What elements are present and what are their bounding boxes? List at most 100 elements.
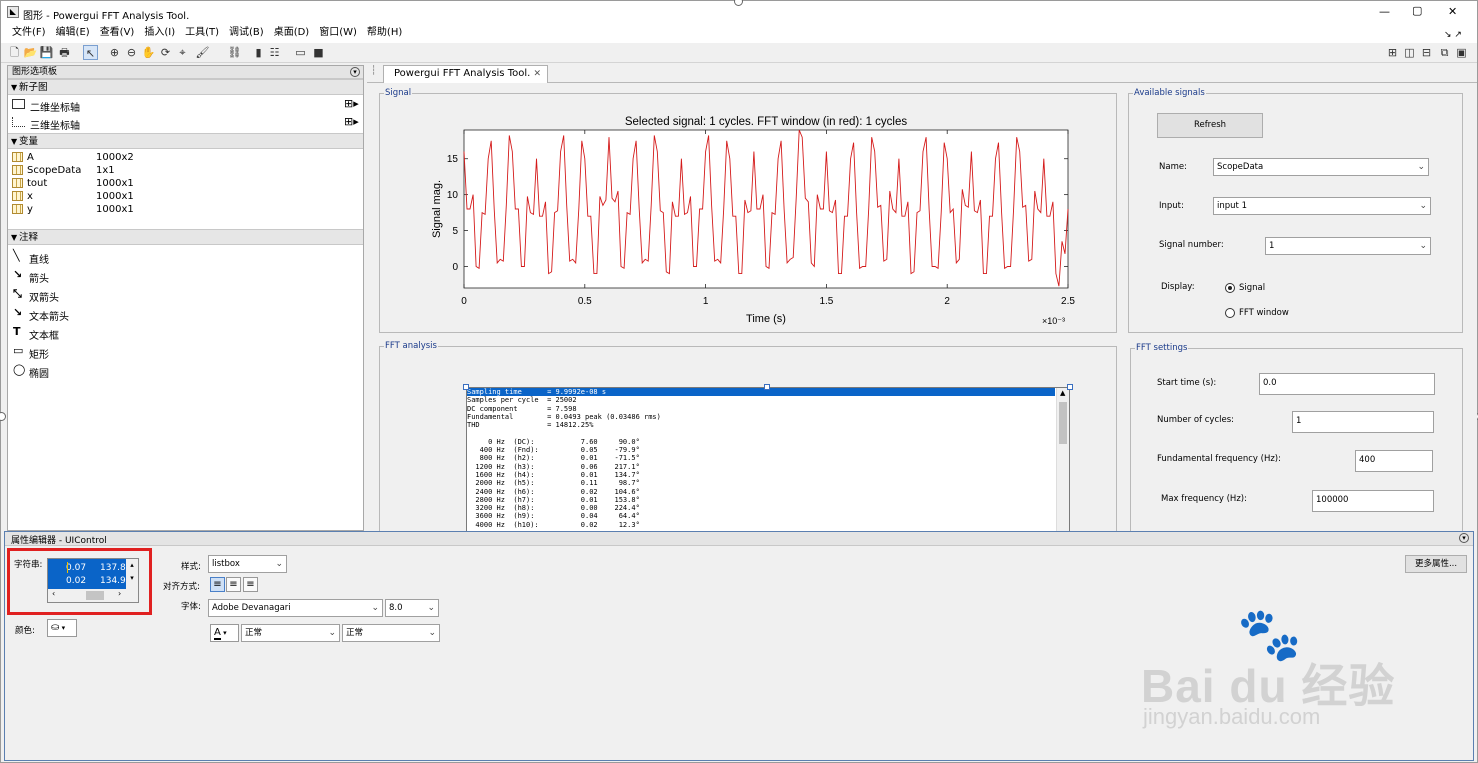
- resize-handle-left[interactable]: [0, 412, 6, 421]
- layout-grid-icon[interactable]: ⊞: [1385, 45, 1400, 60]
- new-figure-icon[interactable]: 🗋: [7, 45, 22, 60]
- colorbar-icon[interactable]: ▮: [251, 45, 266, 60]
- radio-signal[interactable]: [1225, 283, 1235, 293]
- annotation-item[interactable]: ⤡ 双箭头: [8, 287, 358, 304]
- menu-view[interactable]: 查看(V): [95, 25, 140, 41]
- zoom-out-icon[interactable]: ⊖: [124, 45, 139, 60]
- menu-debug[interactable]: 调试(B): [224, 25, 269, 41]
- legend-icon[interactable]: ☷: [267, 45, 282, 60]
- layout-columns-icon[interactable]: ◫: [1402, 45, 1417, 60]
- layout-rows-icon[interactable]: ⊟: [1419, 45, 1434, 60]
- align-right-icon[interactable]: ≡: [243, 577, 258, 592]
- input-select[interactable]: input 1 ⌄: [1213, 197, 1431, 215]
- annotation-item[interactable]: ↘ 箭头: [8, 268, 358, 285]
- open-file-icon[interactable]: 📂: [23, 45, 38, 60]
- start-time-input[interactable]: 0.0: [1259, 373, 1435, 395]
- cycles-input[interactable]: 1: [1292, 411, 1434, 433]
- section-annotations[interactable]: ▼ 注释: [8, 229, 363, 245]
- font-size-select[interactable]: 8.0 ⌄: [385, 599, 439, 617]
- brush-icon[interactable]: 🖌: [195, 45, 210, 60]
- horizontal-scrollbar[interactable]: ‹ ›: [48, 589, 138, 602]
- scroll-up-icon[interactable]: ▲: [1060, 389, 1065, 397]
- variable-item[interactable]: x 1000x1: [8, 190, 358, 203]
- annotation-item[interactable]: ╲ 直线: [8, 249, 358, 266]
- maximize-button[interactable]: ▢: [1412, 4, 1422, 17]
- scroll-right-icon[interactable]: ›: [118, 589, 121, 598]
- menu-edit[interactable]: 编辑(E): [51, 25, 95, 41]
- align-left-icon[interactable]: ≡: [210, 577, 225, 592]
- panel-menu-icon[interactable]: ▾: [1459, 533, 1469, 543]
- link-icon[interactable]: ⛓: [227, 45, 242, 60]
- string-listbox[interactable]: 0.07 137.8° 0.02 134.9° ▴ ▾ ‹ ›: [47, 558, 139, 603]
- menu-tools[interactable]: 工具(T): [180, 25, 224, 41]
- select-pointer-icon[interactable]: ↖: [83, 45, 98, 60]
- selection-handle[interactable]: [1067, 384, 1073, 390]
- color-picker-button[interactable]: ⛀ ▾: [47, 619, 77, 637]
- radio-fft-window-label[interactable]: FFT window: [1239, 308, 1289, 318]
- vertical-scrollbar[interactable]: ▴ ▾: [126, 559, 138, 589]
- section-subplot[interactable]: ▼ 新子图: [8, 79, 363, 95]
- annotation-item[interactable]: ▭ 矩形: [8, 344, 358, 361]
- name-select[interactable]: ScopeData ⌄: [1213, 158, 1429, 176]
- palette-menu-icon[interactable]: ▾: [350, 67, 360, 77]
- pan-icon[interactable]: ✋: [141, 45, 156, 60]
- annotation-label: 箭头: [29, 274, 49, 285]
- variable-item[interactable]: ScopeData 1x1: [8, 164, 358, 177]
- font-weight-select[interactable]: 正常 ⌄: [241, 624, 340, 642]
- font-angle-select[interactable]: 正常 ⌄: [342, 624, 440, 642]
- variable-size: 1000x1: [96, 178, 134, 189]
- variable-size: 1000x1: [96, 191, 134, 202]
- font-color-button[interactable]: A ▾: [210, 624, 239, 642]
- tab-grip-icon: ┆: [371, 66, 377, 76]
- resize-handle-top[interactable]: [734, 0, 743, 6]
- fft-result-listbox[interactable]: Sampling time = 9.9992e-08 s Samples per …: [466, 387, 1070, 537]
- textbox-icon: T: [13, 325, 21, 338]
- menu-help[interactable]: 帮助(H): [362, 25, 407, 41]
- show-tools-icon[interactable]: ■: [311, 45, 326, 60]
- section-variables[interactable]: ▼ 变量: [8, 133, 363, 149]
- grid-picker-icon[interactable]: ⊞▸: [344, 115, 359, 128]
- fund-freq-input[interactable]: 400: [1355, 450, 1433, 472]
- scroll-thumb[interactable]: [86, 591, 104, 600]
- save-icon[interactable]: 💾: [39, 45, 54, 60]
- menu-insert[interactable]: 插入(I): [139, 25, 180, 41]
- variable-item[interactable]: A 1000x2: [8, 151, 358, 164]
- font-select[interactable]: Adobe Devanagari ⌄: [208, 599, 383, 617]
- menu-desktop[interactable]: 桌面(D): [269, 25, 315, 41]
- max-freq-input[interactable]: 100000: [1312, 490, 1434, 512]
- annotation-item[interactable]: ◯ 椭圆: [8, 363, 358, 380]
- scroll-thumb[interactable]: [1059, 402, 1067, 444]
- layout-max-icon[interactable]: ▣: [1454, 45, 1469, 60]
- subplot-2d-label[interactable]: 二维坐标轴: [30, 99, 80, 114]
- listbox-scrollbar[interactable]: ▲: [1056, 388, 1069, 536]
- tab-close-icon[interactable]: ✕: [533, 66, 541, 82]
- menu-file[interactable]: 文件(F): [7, 25, 51, 41]
- tab-fft-tool[interactable]: Powergui FFT Analysis Tool. ✕: [383, 65, 548, 83]
- selection-handle[interactable]: [463, 384, 469, 390]
- close-button[interactable]: ✕: [1448, 5, 1457, 18]
- print-icon[interactable]: 🖶: [57, 45, 72, 60]
- chevron-down-icon: ⌄: [1417, 162, 1425, 172]
- subplot-3d-label[interactable]: 三维坐标轴: [30, 117, 80, 132]
- rotate-icon[interactable]: ⟳: [158, 45, 173, 60]
- layout-float-icon[interactable]: ⧉: [1437, 45, 1452, 60]
- style-select[interactable]: listbox ⌄: [208, 555, 287, 573]
- scroll-left-icon[interactable]: ‹: [52, 589, 55, 598]
- annotation-item[interactable]: T 文本框: [8, 325, 358, 342]
- data-cursor-icon[interactable]: ⌖: [175, 45, 190, 60]
- signal-number-select[interactable]: 1 ⌄: [1265, 237, 1431, 255]
- zoom-in-icon[interactable]: ⊕: [107, 45, 122, 60]
- variable-item[interactable]: y 1000x1: [8, 203, 358, 216]
- more-properties-button[interactable]: 更多属性...: [1405, 555, 1467, 573]
- annotation-item[interactable]: ↘ 文本箭头: [8, 306, 358, 323]
- minimize-button[interactable]: —: [1379, 5, 1390, 18]
- refresh-button[interactable]: Refresh: [1157, 113, 1263, 138]
- menu-window[interactable]: 窗口(W): [314, 25, 362, 41]
- selection-handle[interactable]: [764, 384, 770, 390]
- radio-signal-label[interactable]: Signal: [1239, 283, 1265, 293]
- align-center-icon[interactable]: ≡: [226, 577, 241, 592]
- grid-picker-icon[interactable]: ⊞▸: [344, 97, 359, 110]
- radio-fft-window[interactable]: [1225, 308, 1235, 318]
- variable-item[interactable]: tout 1000x1: [8, 177, 358, 190]
- hide-tools-icon[interactable]: ▭: [293, 45, 308, 60]
